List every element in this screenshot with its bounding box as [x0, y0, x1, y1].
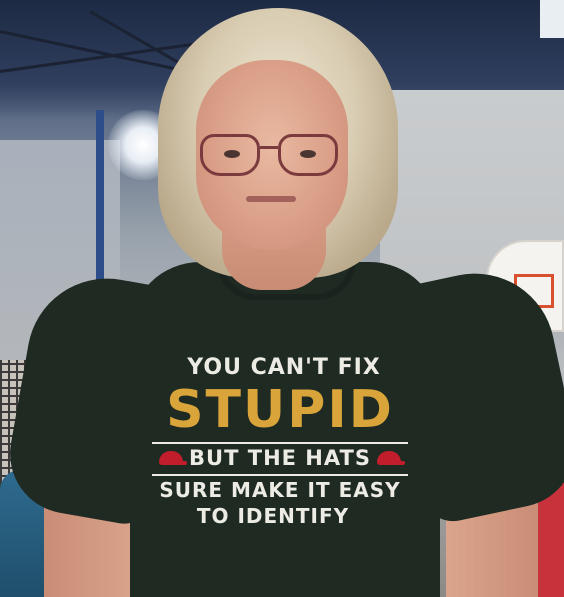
- tshirt-line-3: BUT THE HATS: [189, 446, 371, 470]
- tshirt-print: YOU CAN'T FIX STUPID BUT THE HATS SURE M…: [140, 355, 420, 528]
- tshirt-line-2: STUPID: [166, 380, 394, 440]
- left-eye: [224, 150, 240, 158]
- glasses-bridge: [260, 146, 278, 149]
- tshirt-hats-row: BUT THE HATS: [140, 446, 420, 470]
- tshirt-divider-bottom: [152, 474, 408, 476]
- eyeglasses: [200, 134, 340, 180]
- tshirt-line-5: TO IDENTIFY: [196, 504, 350, 528]
- tshirt-line-1: YOU CAN'T FIX: [187, 355, 381, 380]
- red-hat-icon: [376, 451, 405, 465]
- tshirt-divider-top: [152, 442, 408, 444]
- tshirt-line-4: SURE MAKE IT EASY: [159, 478, 401, 502]
- right-eye: [300, 150, 316, 158]
- photo: YOU CAN'T FIX STUPID BUT THE HATS SURE M…: [0, 0, 564, 597]
- mouth: [246, 196, 296, 202]
- red-hat-icon: [159, 451, 188, 465]
- ceiling-window: [540, 0, 564, 38]
